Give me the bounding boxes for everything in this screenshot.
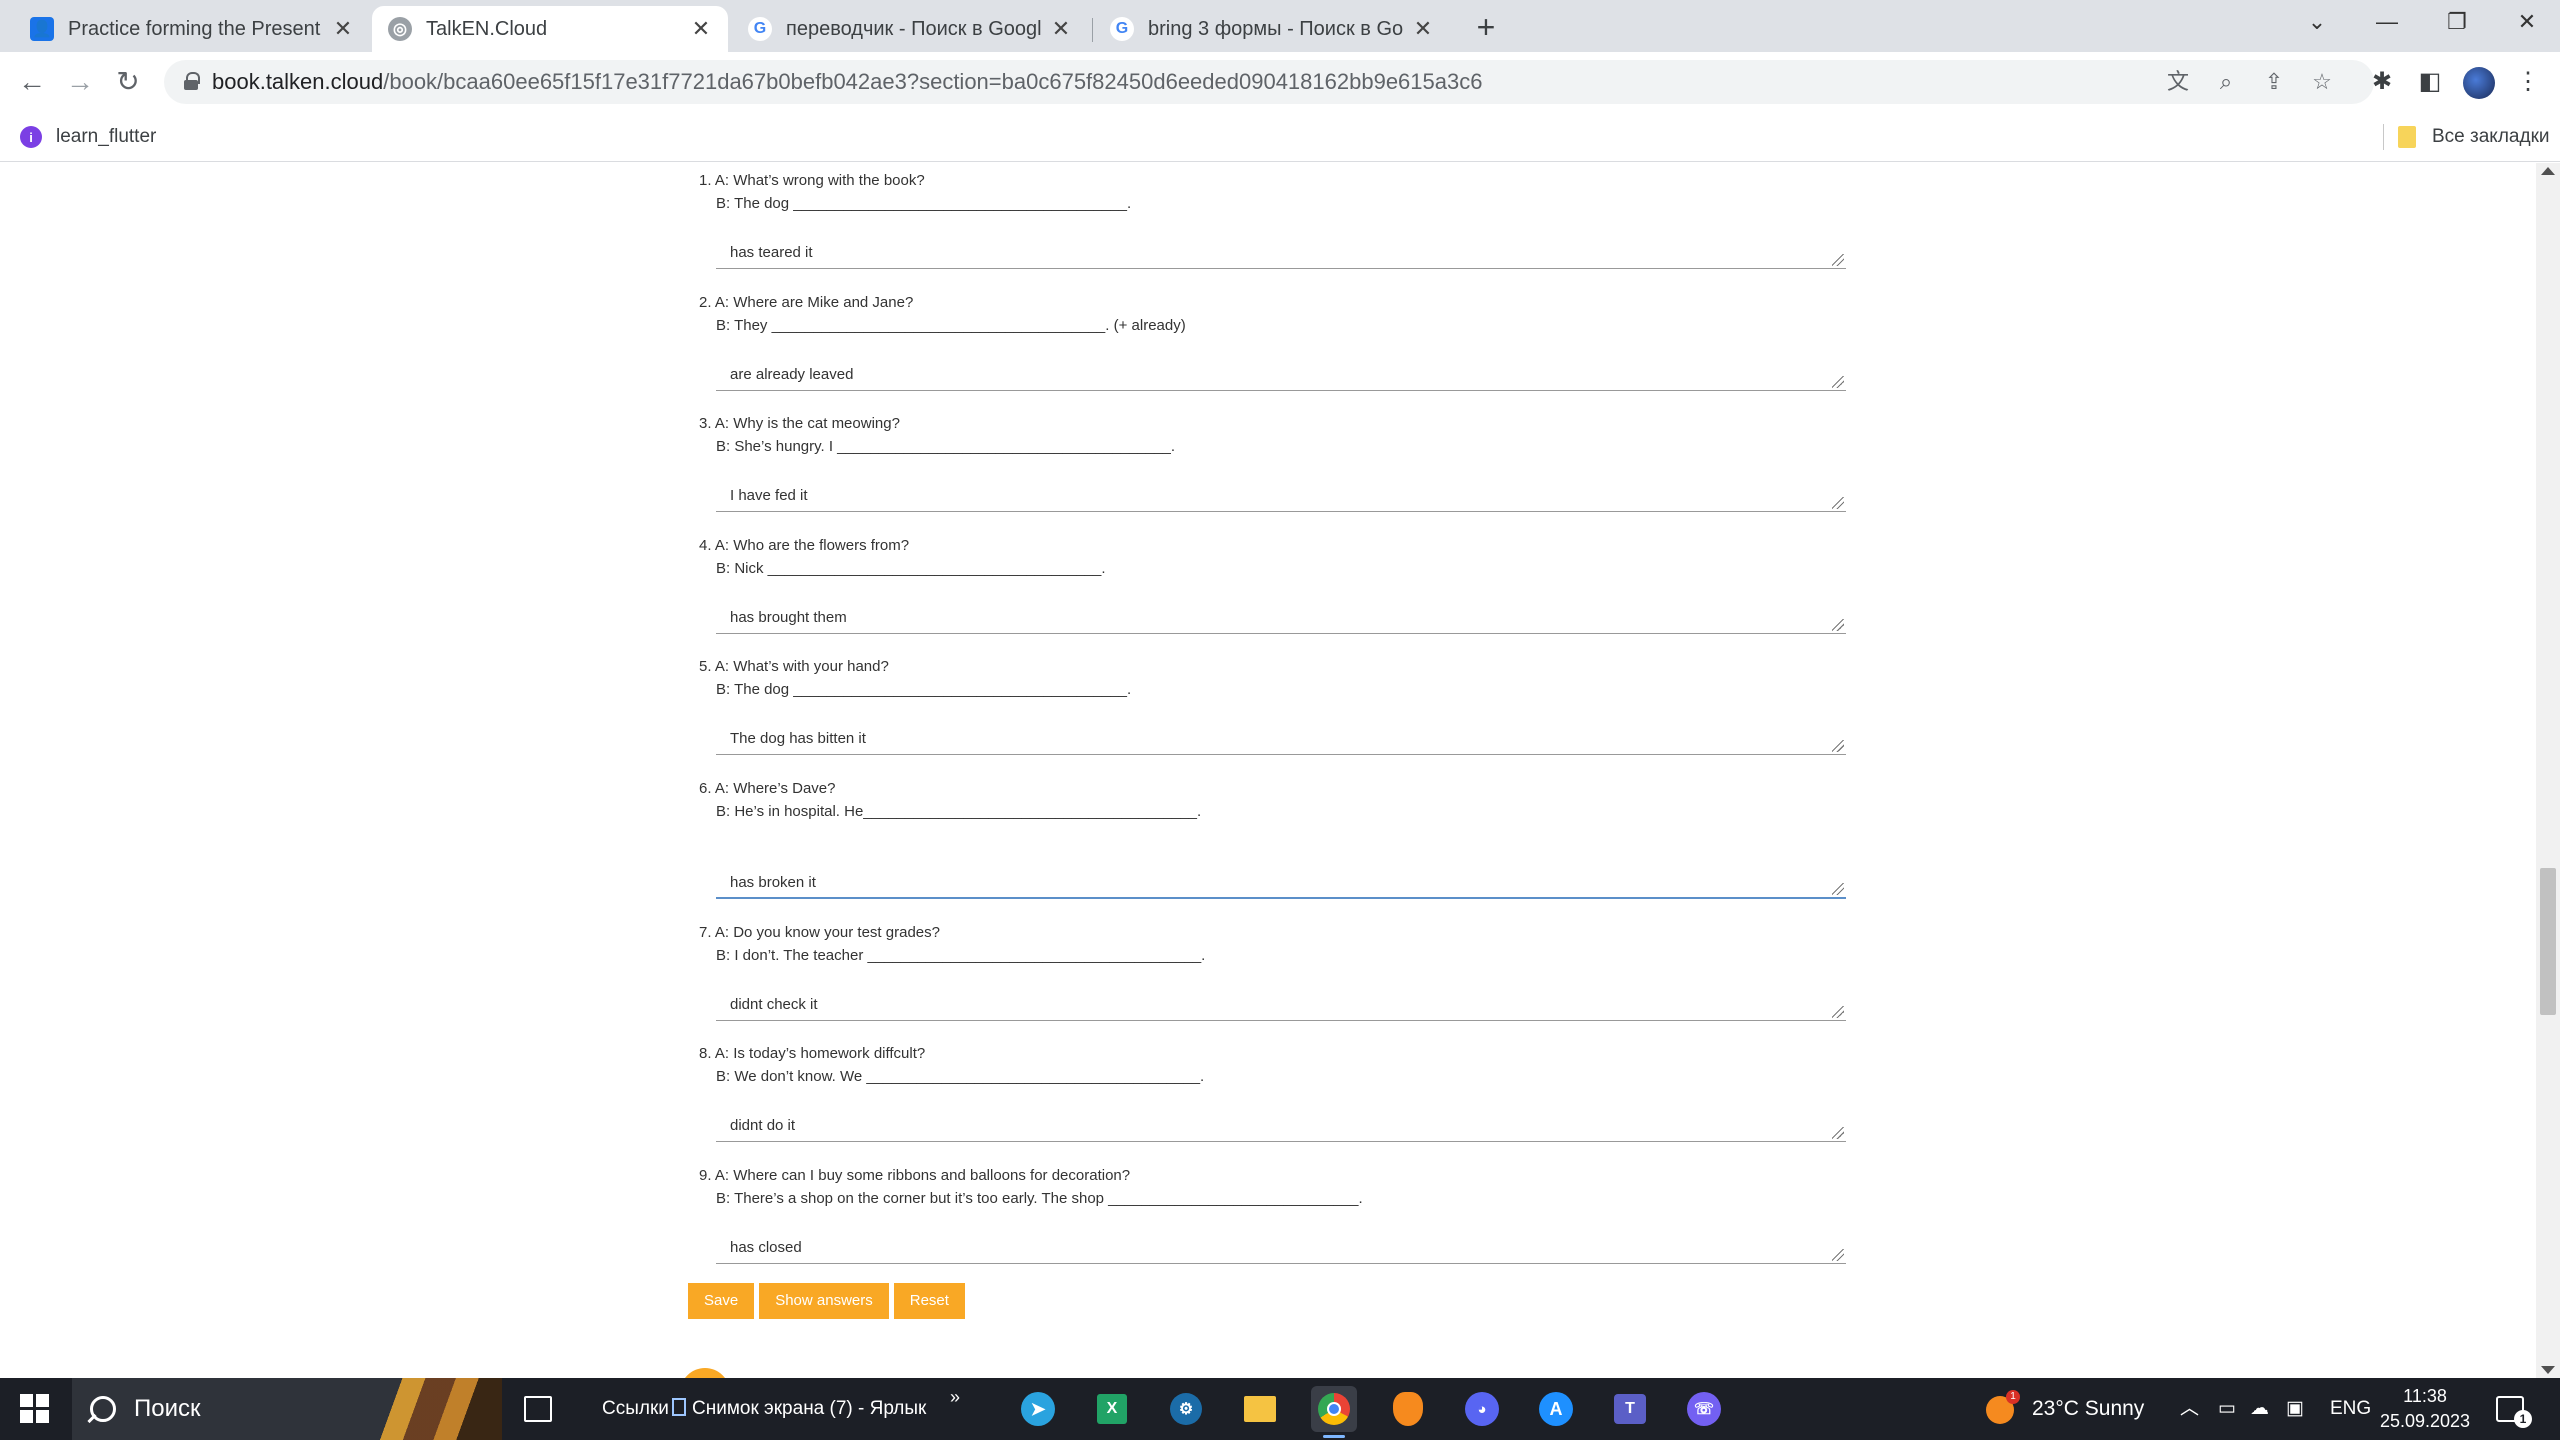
- answer-field-5[interactable]: The dog has bitten it: [716, 723, 1846, 755]
- new-tab-button[interactable]: +: [1466, 8, 1506, 48]
- task-view-icon[interactable]: [524, 1396, 552, 1422]
- close-icon[interactable]: ✕: [332, 16, 354, 42]
- share-icon[interactable]: ⇪: [2260, 68, 2288, 96]
- tab-talken[interactable]: ◎ TalkEN.Cloud ✕: [372, 6, 728, 52]
- resize-grip-icon[interactable]: [1832, 883, 1844, 895]
- extensions-puzzle-icon[interactable]: ✱: [2366, 66, 2398, 98]
- resize-grip-icon[interactable]: [1832, 1127, 1844, 1139]
- answer-field-3[interactable]: I have fed it: [716, 480, 1846, 512]
- answer-field-9[interactable]: has closed: [716, 1232, 1846, 1264]
- answer-field-2[interactable]: are already leaved: [716, 359, 1846, 391]
- close-icon[interactable]: ✕: [1412, 16, 1434, 42]
- scroll-down-icon[interactable]: [2541, 1366, 2555, 1374]
- all-bookmarks-folder[interactable]: Все закладки: [2398, 112, 2550, 162]
- tray-chevron-icon[interactable]: ︿: [2180, 1378, 2199, 1440]
- answer-field-7[interactable]: didnt check it: [716, 989, 1846, 1021]
- meet-icon[interactable]: ▭: [2218, 1378, 2236, 1440]
- forward-arrow-icon[interactable]: →: [60, 62, 100, 102]
- google-icon: G: [1110, 17, 1134, 41]
- answer-field-4[interactable]: has brought them: [716, 602, 1846, 634]
- links-toolbar[interactable]: Ссылки: [602, 1378, 669, 1440]
- discord-icon[interactable]: ◕: [1459, 1386, 1505, 1432]
- folder-icon: [2398, 126, 2416, 148]
- taskbar-search[interactable]: Поиск: [72, 1378, 502, 1440]
- screenshot-shortcut[interactable]: Снимок экрана (7) - Ярлык: [672, 1378, 926, 1440]
- bookmarks-bar: i learn_flutter Все закладки: [0, 112, 2560, 162]
- teams-icon[interactable]: T: [1607, 1386, 1653, 1432]
- person-icon: 👤: [30, 17, 54, 41]
- side-panel-icon[interactable]: ◧: [2414, 66, 2446, 98]
- resize-grip-icon[interactable]: [1832, 254, 1844, 266]
- tab-search-chevron-icon[interactable]: ⌄: [2282, 0, 2352, 44]
- address-bar[interactable]: book.talken.cloud/book/bcaa60ee65f15f17e…: [164, 60, 2374, 104]
- steam-icon[interactable]: ⚙: [1163, 1386, 1209, 1432]
- save-button[interactable]: Save: [688, 1283, 755, 1319]
- windows-start-icon[interactable]: [20, 1394, 50, 1424]
- reload-icon[interactable]: ↻: [108, 62, 148, 102]
- floating-circle[interactable]: [680, 1368, 730, 1378]
- weather-text[interactable]: 23°C Sunny: [2032, 1378, 2144, 1440]
- weather-badge: 1: [2006, 1390, 2020, 1404]
- system-clock[interactable]: 11:38 25.09.2023: [2370, 1384, 2480, 1434]
- answer-field-8[interactable]: didnt do it: [716, 1110, 1846, 1142]
- resize-grip-icon[interactable]: [1832, 619, 1844, 631]
- fl-studio-icon[interactable]: [1385, 1386, 1431, 1432]
- file-icon: [672, 1398, 686, 1416]
- translate-icon[interactable]: 文: [2164, 68, 2192, 96]
- app-store-icon[interactable]: A: [1533, 1386, 1579, 1432]
- network-icon[interactable]: ▣: [2286, 1378, 2304, 1440]
- show-answers-button[interactable]: Show answers: [759, 1283, 889, 1319]
- profile-avatar[interactable]: [2463, 67, 2495, 99]
- tab-separator: [1092, 18, 1093, 42]
- back-arrow-icon[interactable]: ←: [12, 62, 52, 102]
- scroll-up-icon[interactable]: [2541, 167, 2555, 175]
- lock-icon[interactable]: [184, 72, 200, 90]
- tab-bring-search[interactable]: G bring 3 формы - Поиск в Google ✕: [1094, 6, 1450, 52]
- chrome-icon[interactable]: [1311, 1386, 1357, 1438]
- telegram-icon[interactable]: ➤: [1015, 1386, 1061, 1432]
- page-scrollbar[interactable]: [2536, 163, 2560, 1378]
- globe-icon: ◎: [388, 17, 412, 41]
- resize-grip-icon[interactable]: [1832, 740, 1844, 752]
- close-icon[interactable]: ✕: [1050, 16, 1072, 42]
- browser-toolbar: ← → ↻ book.talken.cloud/book/bcaa60ee65f…: [0, 52, 2560, 112]
- scrollbar-thumb[interactable]: [2540, 868, 2556, 1015]
- search-icon: [90, 1396, 116, 1422]
- search-highlight-image: [372, 1378, 502, 1440]
- close-icon[interactable]: ✕: [690, 16, 712, 42]
- resize-grip-icon[interactable]: [1832, 1249, 1844, 1261]
- resize-grip-icon[interactable]: [1832, 1006, 1844, 1018]
- url-text[interactable]: book.talken.cloud/book/bcaa60ee65f15f17e…: [212, 60, 1482, 104]
- excel-icon[interactable]: X: [1089, 1386, 1135, 1432]
- bookmark-learn-flutter[interactable]: i learn_flutter: [20, 112, 156, 162]
- language-indicator[interactable]: ENG: [2330, 1378, 2371, 1440]
- window-close-icon[interactable]: ✕: [2492, 0, 2560, 44]
- reset-button[interactable]: Reset: [893, 1283, 965, 1319]
- page-content: 1. A: What’s wrong with the book? B: The…: [0, 163, 2560, 1378]
- tab-translator-search[interactable]: G переводчик - Поиск в Google ✕: [732, 6, 1088, 52]
- answer-field-1[interactable]: has teared it: [716, 237, 1846, 269]
- tab-practice[interactable]: 👤 Practice forming the Present Perf ✕: [14, 6, 370, 52]
- toolbar-overflow-icon[interactable]: »: [950, 1366, 960, 1428]
- menu-kebab-icon[interactable]: ⋮: [2512, 66, 2544, 98]
- answer-field-6[interactable]: has broken it: [716, 867, 1846, 899]
- minimize-icon[interactable]: —: [2352, 0, 2422, 44]
- notification-count-badge: 1: [2514, 1410, 2532, 1428]
- action-buttons: Save Show answers Reset: [688, 1283, 965, 1319]
- onedrive-cloud-icon[interactable]: ☁: [2250, 1378, 2269, 1440]
- bookmark-site-icon: i: [20, 126, 42, 148]
- google-icon: G: [748, 17, 772, 41]
- bookmark-star-icon[interactable]: ☆: [2308, 68, 2336, 96]
- resize-grip-icon[interactable]: [1832, 376, 1844, 388]
- zoom-icon[interactable]: ⌕: [2212, 68, 2240, 96]
- resize-grip-icon[interactable]: [1832, 497, 1844, 509]
- file-explorer-icon[interactable]: [1237, 1386, 1283, 1432]
- tab-strip: 👤 Practice forming the Present Perf ✕ ◎ …: [0, 0, 2560, 52]
- restore-icon[interactable]: ❐: [2422, 0, 2492, 44]
- bookmarks-divider: [2383, 124, 2384, 150]
- viber-icon[interactable]: ☏: [1681, 1386, 1727, 1432]
- windows-taskbar: Поиск Ссылки Снимок экрана (7) - Ярлык »…: [0, 1378, 2560, 1440]
